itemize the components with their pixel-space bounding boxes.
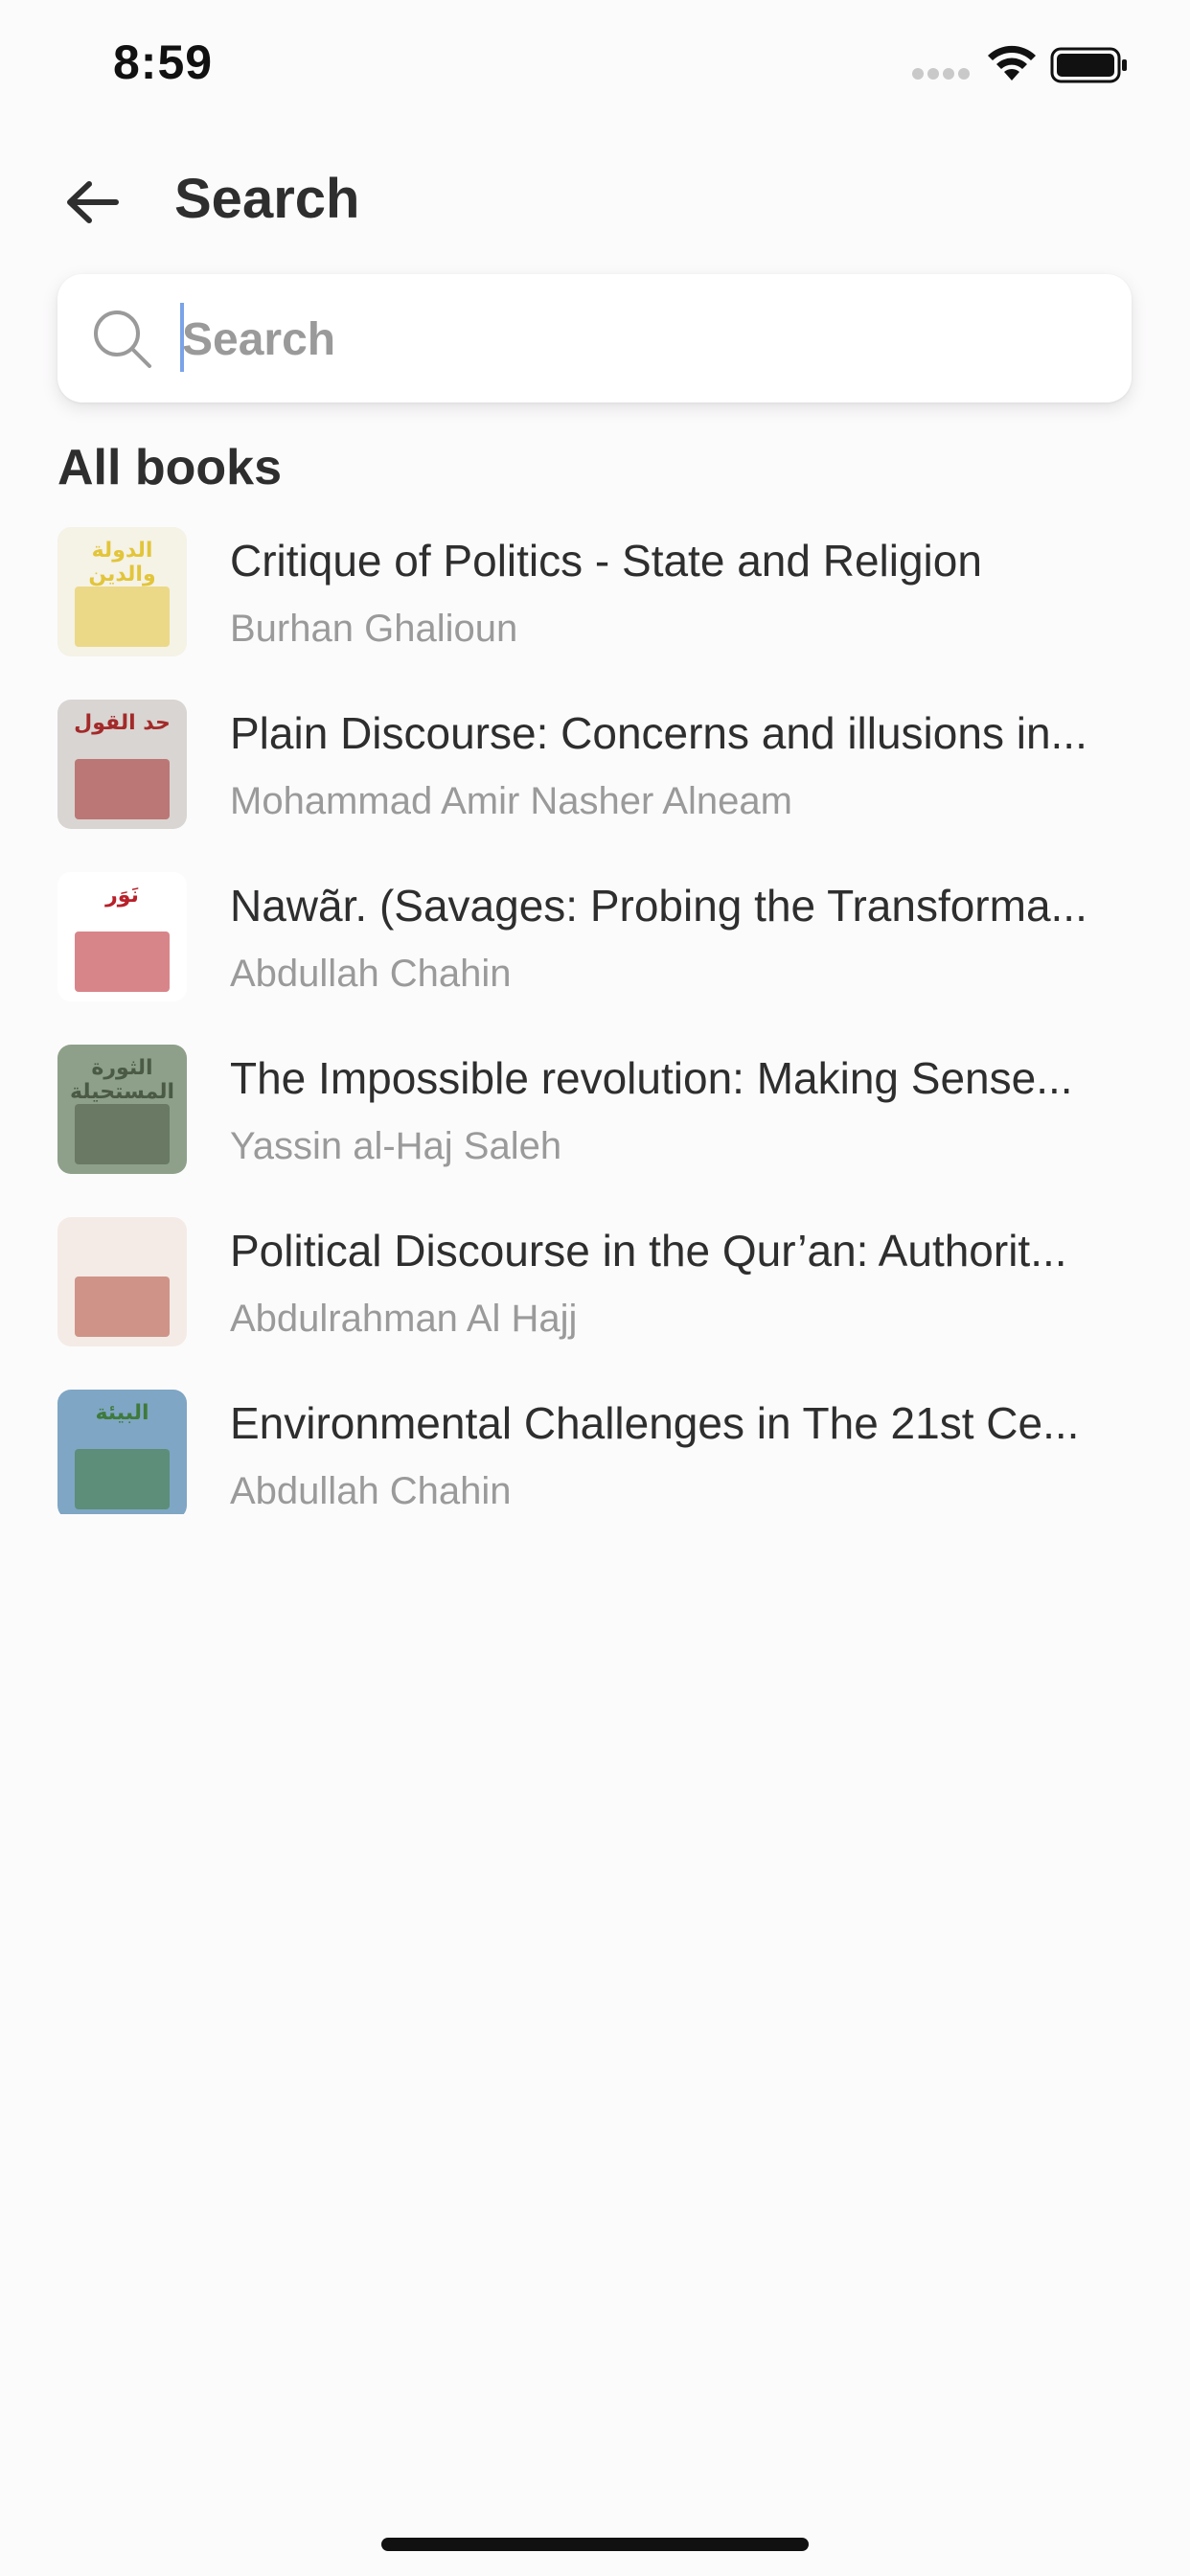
book-title: Critique of Politics - State and Religio…: [230, 536, 982, 586]
book-cover-image: نَوَر: [57, 872, 187, 1001]
book-cover-image: الثورة المستحيلة: [57, 1045, 187, 1174]
book-list-viewport: الدولة والدين Critique of Politics - Stat…: [0, 527, 1190, 1514]
back-arrow-icon: [67, 181, 119, 223]
book-cover-lettering: نَوَر: [105, 884, 139, 908]
book-cover-image: حد القول: [57, 700, 187, 829]
battery-icon: [1050, 47, 1127, 83]
search-icon: [94, 310, 151, 368]
book-title: Nawãr. (Savages: Probing the Transforma.…: [230, 881, 1087, 931]
search-input[interactable]: [180, 299, 1104, 380]
book-cover-image: [57, 1217, 187, 1346]
status-time: 8:59: [113, 35, 214, 89]
book-cover-lettering: الدولة والدين: [88, 539, 156, 586]
book-cover-lettering: الثورة المستحيلة: [69, 1056, 175, 1104]
book-list[interactable]: الدولة والدين Critique of Politics - Stat…: [0, 527, 1190, 1514]
book-cover-image: الدولة والدين: [57, 527, 187, 656]
cellular-signal-icon: [912, 68, 970, 80]
book-author: Abdullah Chahin: [230, 953, 512, 995]
section-title: All books: [57, 440, 283, 495]
status-bar: 8:59: [0, 0, 1190, 134]
book-cover-image: البيئة: [57, 1390, 187, 1514]
book-cover-lettering: البيئة: [95, 1401, 149, 1425]
book-list-item[interactable]: الدولة والدين Critique of Politics - Stat…: [0, 527, 1190, 700]
book-author: Abdullah Chahin: [230, 1470, 512, 1512]
book-list-item[interactable]: Political Discourse in the Qur’an: Autho…: [0, 1217, 1190, 1390]
book-cover-artwork: [75, 759, 170, 819]
book-list-item[interactable]: البيئة Environmental Challenges in The 21…: [0, 1390, 1190, 1514]
book-list-item[interactable]: الثورة المستحيلة The Impossible revolutio…: [0, 1045, 1190, 1217]
book-cover-artwork: [75, 932, 170, 992]
book-list-item[interactable]: نَوَر Nawãr. (Savages: Probing the Transf…: [0, 872, 1190, 1045]
book-title: Environmental Challenges in The 21st Ce.…: [230, 1398, 1080, 1448]
book-title: Political Discourse in the Qur’an: Autho…: [230, 1226, 1067, 1276]
book-cover-lettering: حد القول: [74, 711, 171, 735]
back-button[interactable]: [54, 171, 130, 234]
book-cover-artwork: [75, 586, 170, 647]
book-author: Mohammad Amir Nasher Alneam: [230, 780, 792, 822]
book-cover-artwork: [75, 1104, 170, 1164]
book-author: Abdulrahman Al Hajj: [230, 1298, 578, 1340]
book-author: Yassin al-Haj Saleh: [230, 1125, 562, 1167]
wifi-icon: [988, 45, 1036, 80]
book-cover-artwork: [75, 1276, 170, 1337]
book-cover-artwork: [75, 1449, 170, 1509]
book-title: Plain Discourse: Concerns and illusions …: [230, 708, 1087, 758]
search-box[interactable]: [57, 274, 1132, 402]
home-indicator[interactable]: [381, 2538, 809, 2551]
book-author: Burhan Ghalioun: [230, 608, 518, 650]
page-title: Search: [174, 168, 360, 230]
nav-bar: Search: [0, 153, 1190, 249]
book-title: The Impossible revolution: Making Sense.…: [230, 1053, 1073, 1103]
text-cursor: [180, 303, 184, 372]
book-list-item[interactable]: حد القول Plain Discourse: Concerns and il…: [0, 700, 1190, 872]
